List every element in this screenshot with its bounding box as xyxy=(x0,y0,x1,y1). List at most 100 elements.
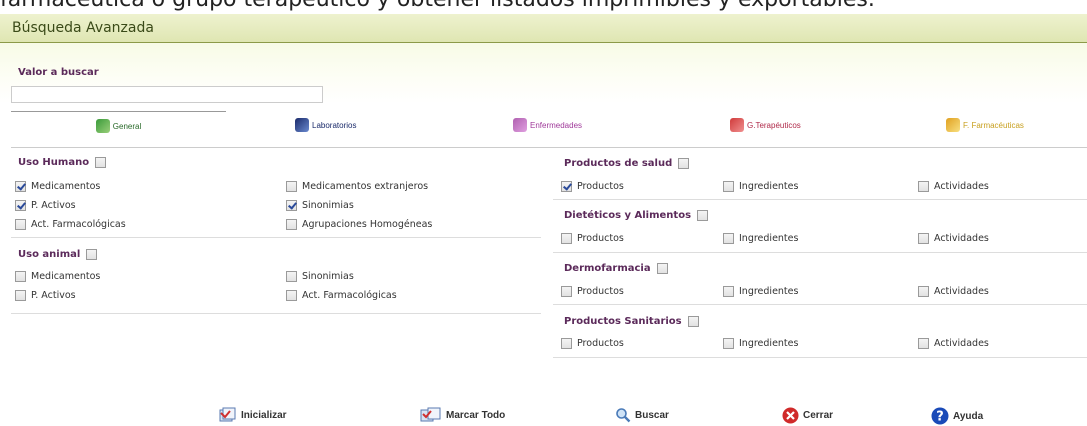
section-dermofarmacia: Dermofarmacia xyxy=(564,263,668,274)
checkbox-item[interactable]: Productos xyxy=(561,338,624,349)
search-button[interactable]: Buscar xyxy=(615,407,669,423)
checkbox[interactable] xyxy=(918,233,929,244)
checkbox[interactable] xyxy=(723,286,734,297)
help-button[interactable]: ? Ayuda xyxy=(931,407,983,425)
checkbox-item[interactable]: Ingredientes xyxy=(723,181,798,192)
checkbox-item[interactable]: Medicamentos xyxy=(15,181,100,192)
checkbox-item[interactable]: Actividades xyxy=(918,233,989,244)
checkbox[interactable] xyxy=(918,181,929,192)
checkbox-label: Agrupaciones Homogéneas xyxy=(302,219,433,230)
uso-animal-checkbox[interactable] xyxy=(86,249,98,260)
checkbox-item[interactable]: Productos xyxy=(561,286,624,297)
checkbox[interactable] xyxy=(918,286,929,297)
checkbox-item[interactable]: P. Activos xyxy=(15,200,76,211)
checkbox-item[interactable]: Ingredientes xyxy=(723,286,798,297)
window-titlebar: Búsqueda Avanzada xyxy=(0,14,1087,43)
checkbox-item[interactable]: Actividades xyxy=(918,286,989,297)
disease-icon xyxy=(513,118,527,132)
checkbox-item[interactable]: Actividades xyxy=(918,338,989,349)
uso-humano-checkbox[interactable] xyxy=(95,157,107,168)
button-label: Inicializar xyxy=(241,409,287,421)
checkbox-label: Ingredientes xyxy=(739,233,799,244)
checkbox-label: Productos xyxy=(577,338,624,349)
checkbox-item[interactable]: Productos xyxy=(561,233,624,244)
section-divider xyxy=(553,199,1087,200)
checkbox-item[interactable]: Act. Farmacológicas xyxy=(286,290,397,301)
dieteticos-checkbox[interactable] xyxy=(697,210,709,221)
button-label: Marcar Todo xyxy=(446,409,506,421)
checkbox[interactable] xyxy=(15,181,26,192)
checkbox-item[interactable]: Medicamentos extranjeros xyxy=(286,181,428,192)
checkbox[interactable] xyxy=(918,338,929,349)
close-button[interactable]: Cerrar xyxy=(782,407,833,424)
sanitarios-checkbox[interactable] xyxy=(687,316,699,327)
checkbox[interactable] xyxy=(15,290,26,301)
checkbox[interactable] xyxy=(561,181,572,192)
checkbox-label: Actividades xyxy=(934,338,989,349)
section-divider xyxy=(11,313,541,314)
dermofarmacia-checkbox[interactable] xyxy=(656,263,668,274)
section-divider xyxy=(11,237,541,238)
checkbox[interactable] xyxy=(286,219,297,230)
checkbox-label: Act. Farmacológicas xyxy=(31,219,126,230)
therapeutic-group-icon xyxy=(730,118,744,132)
checkbox[interactable] xyxy=(561,286,572,297)
checkbox[interactable] xyxy=(723,181,734,192)
checkbox[interactable] xyxy=(286,181,297,192)
pharma-form-icon xyxy=(946,118,960,132)
checkbox[interactable] xyxy=(723,233,734,244)
checkbox[interactable] xyxy=(561,233,572,244)
button-label: Cerrar xyxy=(803,410,834,421)
checkbox[interactable] xyxy=(15,200,26,211)
tabs-divider xyxy=(11,147,1087,148)
page-caption: farmacéutica o grupo terapéutico y obten… xyxy=(0,0,1087,14)
checkbox-label: Act. Farmacológicas xyxy=(302,290,397,301)
checkbox-item[interactable]: Sinonimias xyxy=(286,200,354,211)
section-divider xyxy=(553,304,1087,305)
checkbox-label: Actividades xyxy=(934,181,989,192)
checkbox-label: Actividades xyxy=(934,233,989,244)
checkbox-label: Productos xyxy=(577,181,624,192)
checkbox-item[interactable]: Act. Farmacológicas xyxy=(15,219,126,230)
checkbox[interactable] xyxy=(723,338,734,349)
search-input[interactable] xyxy=(11,86,323,103)
section-uso-animal: Uso animal xyxy=(18,249,98,260)
section-title: Dietéticos y Alimentos xyxy=(564,210,692,221)
checkbox-item[interactable]: Ingredientes xyxy=(723,338,798,349)
checkbox-item[interactable]: Agrupaciones Homogéneas xyxy=(286,219,432,230)
close-icon xyxy=(782,407,799,424)
tab-label: General xyxy=(112,121,142,131)
productos-salud-checkbox[interactable] xyxy=(678,158,690,169)
lab-icon xyxy=(295,118,309,132)
checkbox-item[interactable]: Sinonimias xyxy=(286,271,354,282)
checkbox[interactable] xyxy=(15,219,26,230)
section-title: Productos Sanitarios xyxy=(564,316,682,327)
checkbox-label: Sinonimias xyxy=(302,200,354,211)
section-divider xyxy=(553,252,1087,253)
mark-all-icon xyxy=(420,407,441,422)
tab-laboratorios[interactable]: Laboratorios xyxy=(295,111,365,139)
checkbox[interactable] xyxy=(15,271,26,282)
checkbox-item[interactable]: Medicamentos xyxy=(15,271,100,282)
section-title: Productos de salud xyxy=(564,158,673,169)
checkbox[interactable] xyxy=(561,338,572,349)
checkbox-item[interactable]: Actividades xyxy=(918,181,989,192)
window-title: Búsqueda Avanzada xyxy=(12,20,154,36)
mark-all-button[interactable]: Marcar Todo xyxy=(420,407,505,423)
tab-general[interactable]: General xyxy=(11,111,226,140)
search-area: Valor a buscar xyxy=(0,43,1087,103)
tab-gterapeuticos[interactable]: G.Terapéuticos xyxy=(730,111,810,139)
checkbox[interactable] xyxy=(286,200,297,211)
tab-ffarmaceuticas[interactable]: F. Farmacéuticas xyxy=(946,111,1046,139)
checkbox[interactable] xyxy=(286,290,297,301)
checkbox-label: P. Activos xyxy=(31,290,76,301)
checkbox-item[interactable]: Ingredientes xyxy=(723,233,798,244)
tab-enfermedades[interactable]: Enfermedades xyxy=(513,111,593,139)
checkbox-label: Ingredientes xyxy=(739,338,799,349)
checkbox-item[interactable]: Productos xyxy=(561,181,624,192)
checkbox-item[interactable]: P. Activos xyxy=(15,290,76,301)
reset-button[interactable]: Inicializar xyxy=(219,407,287,423)
section-title: Dermofarmacia xyxy=(564,263,651,274)
section-dieteticos: Dietéticos y Alimentos xyxy=(564,210,709,221)
checkbox[interactable] xyxy=(286,271,297,282)
